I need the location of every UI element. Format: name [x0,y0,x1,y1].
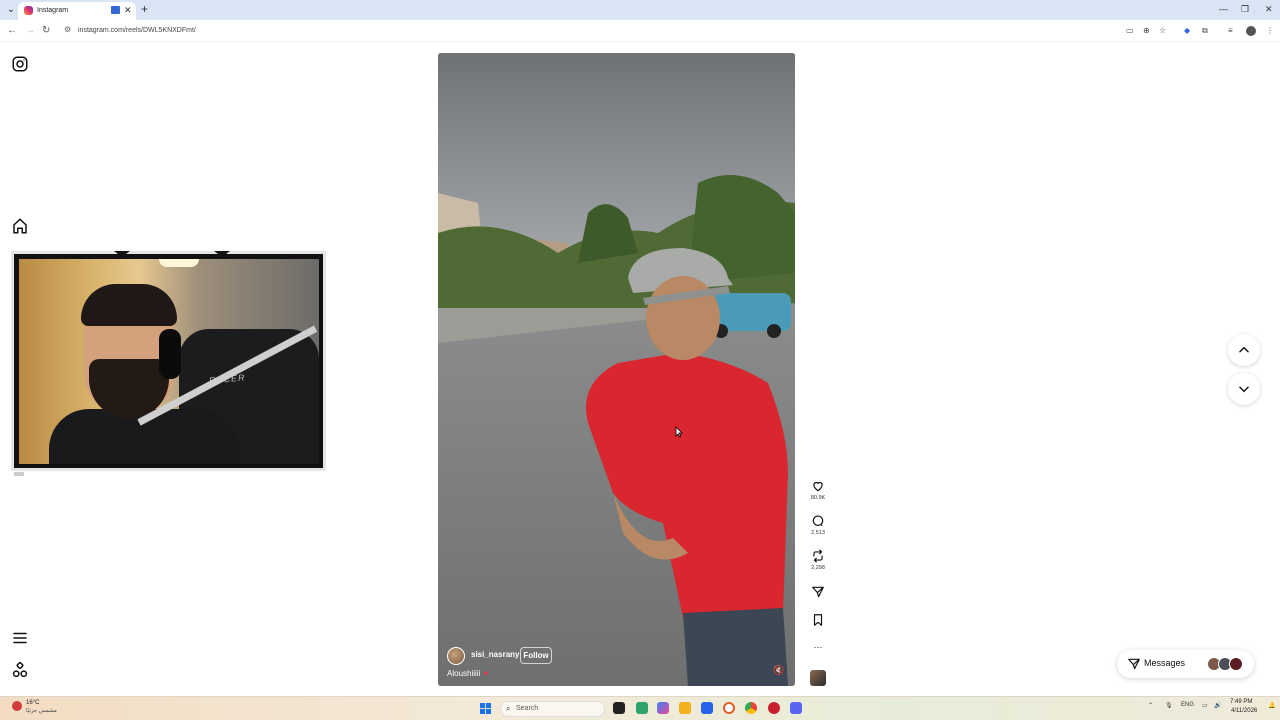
sidebar-icon[interactable]: ≡ [1228,25,1233,37]
weather-description[interactable]: مشمس جزئيًا [26,708,57,714]
chevron-up-icon [1239,346,1249,353]
instagram-favicon-icon [24,6,33,15]
author-username[interactable]: sisi_nasrany [471,650,519,659]
webcam-light [159,259,199,267]
mute-icon[interactable]: 🔇 [773,665,784,676]
audio-thumbnail[interactable] [810,670,826,686]
restore-button[interactable]: ❐ [1241,3,1249,15]
messages-label: Messages [1144,658,1186,668]
bookmark-icon [813,614,823,626]
message-avatar [1229,657,1243,671]
network-icon[interactable]: ▭ [1202,702,1208,709]
back-icon[interactable]: ← [7,24,17,38]
bookmark-star-icon[interactable]: ☆ [1159,25,1166,37]
previous-reel-button[interactable] [1228,334,1260,366]
caption-text: Aloushiiiii [447,669,481,678]
tab-instagram[interactable]: Instagram ✕ [18,2,136,20]
menu-icon[interactable] [11,629,29,647]
browser-toolbar: ← → ↻ ⚙ instagram.com/reels/DWL5KNXDFmt/… [0,20,1280,42]
comment-icon [812,515,824,526]
apps-icon[interactable] [11,661,29,679]
windows-taskbar: 16°C مشمس جزئيًا ⌕ Search ⌃ 🎙 ENG ▭ 🔊 7:… [0,696,1280,720]
comment-count: 2,513 [811,530,825,536]
windows-start-icon[interactable] [480,703,491,714]
repost-icon [813,549,823,563]
home-icon[interactable] [11,217,29,235]
webcam-overlay: RACER [11,251,326,471]
messages-button[interactable]: Messages [1117,650,1254,678]
taskbar-search[interactable]: ⌕ Search [500,701,605,717]
save-button[interactable] [806,613,830,627]
weather-temperature[interactable]: 16°C [26,700,39,706]
tab-search-icon[interactable]: ⌄ [4,3,18,17]
forward-icon[interactable]: → [25,24,35,38]
profile-avatar[interactable] [1246,26,1256,36]
browser-app-icon[interactable] [723,702,735,714]
extensions-puzzle-icon[interactable]: ⧉ [1202,25,1208,37]
site-info-icon[interactable]: ⚙ [64,25,71,34]
follow-button[interactable]: Follow [520,647,552,664]
reel-author: sisi_nasrany Follow [447,646,727,666]
person-hair [81,284,177,326]
volume-icon[interactable]: 🔊 [1214,702,1221,709]
weather-icon[interactable] [12,701,22,711]
repost-count: 2,298 [811,565,825,571]
clock-date[interactable]: 4/11/2026 [1231,708,1257,714]
minimize-button[interactable]: — [1219,3,1228,15]
app-icon[interactable] [768,702,780,714]
send-icon [1128,658,1140,670]
repost-button[interactable]: 2,298 [806,549,830,571]
heart-emoji-icon: ♥ [483,669,489,678]
zoom-icon[interactable]: ⊕ [1143,25,1150,37]
chevron-down-icon [1239,386,1249,393]
copilot-icon[interactable] [657,702,669,714]
media-playing-icon[interactable] [111,6,120,14]
tray-overflow-icon[interactable]: ⌃ [1148,702,1153,709]
browser-tabstrip: ⌄ Instagram ✕ + — ❐ ✕ [0,0,1280,20]
next-reel-button[interactable] [1228,373,1260,405]
app-icon[interactable] [636,702,648,714]
more-options-button[interactable]: ··· [806,641,830,653]
like-count: 80.9K [810,495,826,501]
clock-time[interactable]: 7:49 PM [1230,699,1252,705]
discord-icon[interactable] [790,702,802,714]
like-button[interactable]: 80.9K [806,479,830,501]
send-icon [812,586,824,598]
install-app-icon[interactable]: ▭ [1126,25,1134,37]
reel-caption: Aloushiiiii ♥ [447,669,488,678]
comment-button[interactable]: 2,513 [806,514,830,536]
webcam-frame-decoration [214,251,230,257]
reel-video[interactable]: sisi_nasrany Follow Aloushiiiii ♥ 🔇 [438,53,795,686]
close-tab-button[interactable]: ✕ [124,4,132,16]
webcam-tag [14,472,24,476]
webcam-feed: RACER [19,259,319,464]
extension-icon[interactable]: ◆ [1184,25,1190,37]
search-label: Search [516,705,539,712]
cursor-hand-icon [675,426,683,438]
chrome-icon[interactable] [745,702,757,714]
microphone-icon[interactable]: 🎙 [1165,702,1173,709]
task-view-icon[interactable] [613,702,625,714]
new-tab-button[interactable]: + [141,2,148,16]
notifications-icon[interactable]: 🔔 [1268,702,1275,709]
store-icon[interactable] [701,702,713,714]
url-text[interactable]: instagram.com/reels/DWL5KNXDFmt/ [78,26,196,36]
tab-title: Instagram [37,7,69,14]
file-explorer-icon[interactable] [679,702,691,714]
reel-frame [438,53,795,686]
author-avatar[interactable] [447,647,465,665]
reload-icon[interactable]: ↻ [42,24,50,38]
search-icon: ⌕ [506,704,511,713]
close-window-button[interactable]: ✕ [1265,3,1273,15]
address-bar[interactable]: ⚙ instagram.com/reels/DWL5KNXDFmt/ [60,23,1170,39]
heart-icon [813,481,823,492]
instagram-logo-icon[interactable] [11,55,29,73]
language-indicator[interactable]: ENG [1181,702,1194,708]
webcam-frame-decoration [114,251,130,257]
share-button[interactable] [806,585,830,599]
headphones [159,329,181,379]
browser-menu-icon[interactable]: ⋮ [1266,25,1274,37]
